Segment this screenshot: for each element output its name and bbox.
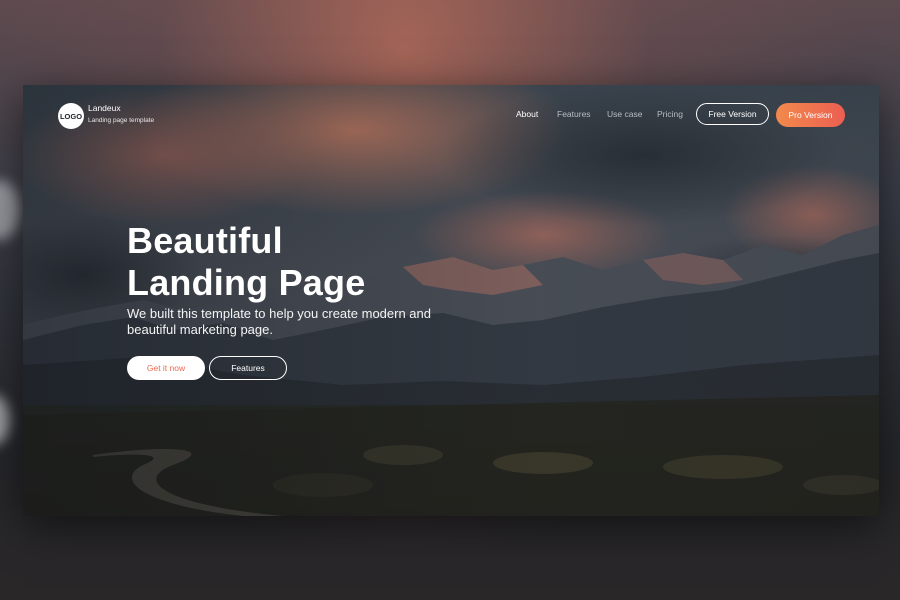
nav-link-about[interactable]: About [516,109,538,119]
free-version-button[interactable]: Free Version [696,103,769,125]
landing-page-preview: LOGO Landeux Landing page template About… [23,85,879,516]
hero-title-line1: Beautiful [127,220,283,261]
background-blur-left-lower [0,395,10,445]
nav-link-features[interactable]: Features [557,109,591,119]
background-blur-left [0,180,20,240]
hero-title: Beautiful Landing Page [127,220,365,304]
nav-link-pricing[interactable]: Pricing [657,109,683,119]
features-button[interactable]: Features [209,356,287,380]
get-it-now-button[interactable]: Get it now [127,356,205,380]
brand-name: Landeux [88,103,121,113]
pro-version-button[interactable]: Pro Version [776,103,845,127]
nav-link-use-case[interactable]: Use case [607,109,642,119]
brand-tagline: Landing page template [88,117,155,124]
hero-title-line2: Landing Page [127,262,366,303]
hero-subtitle: We built this template to help you creat… [127,306,431,337]
logo-badge[interactable]: LOGO [58,103,84,129]
